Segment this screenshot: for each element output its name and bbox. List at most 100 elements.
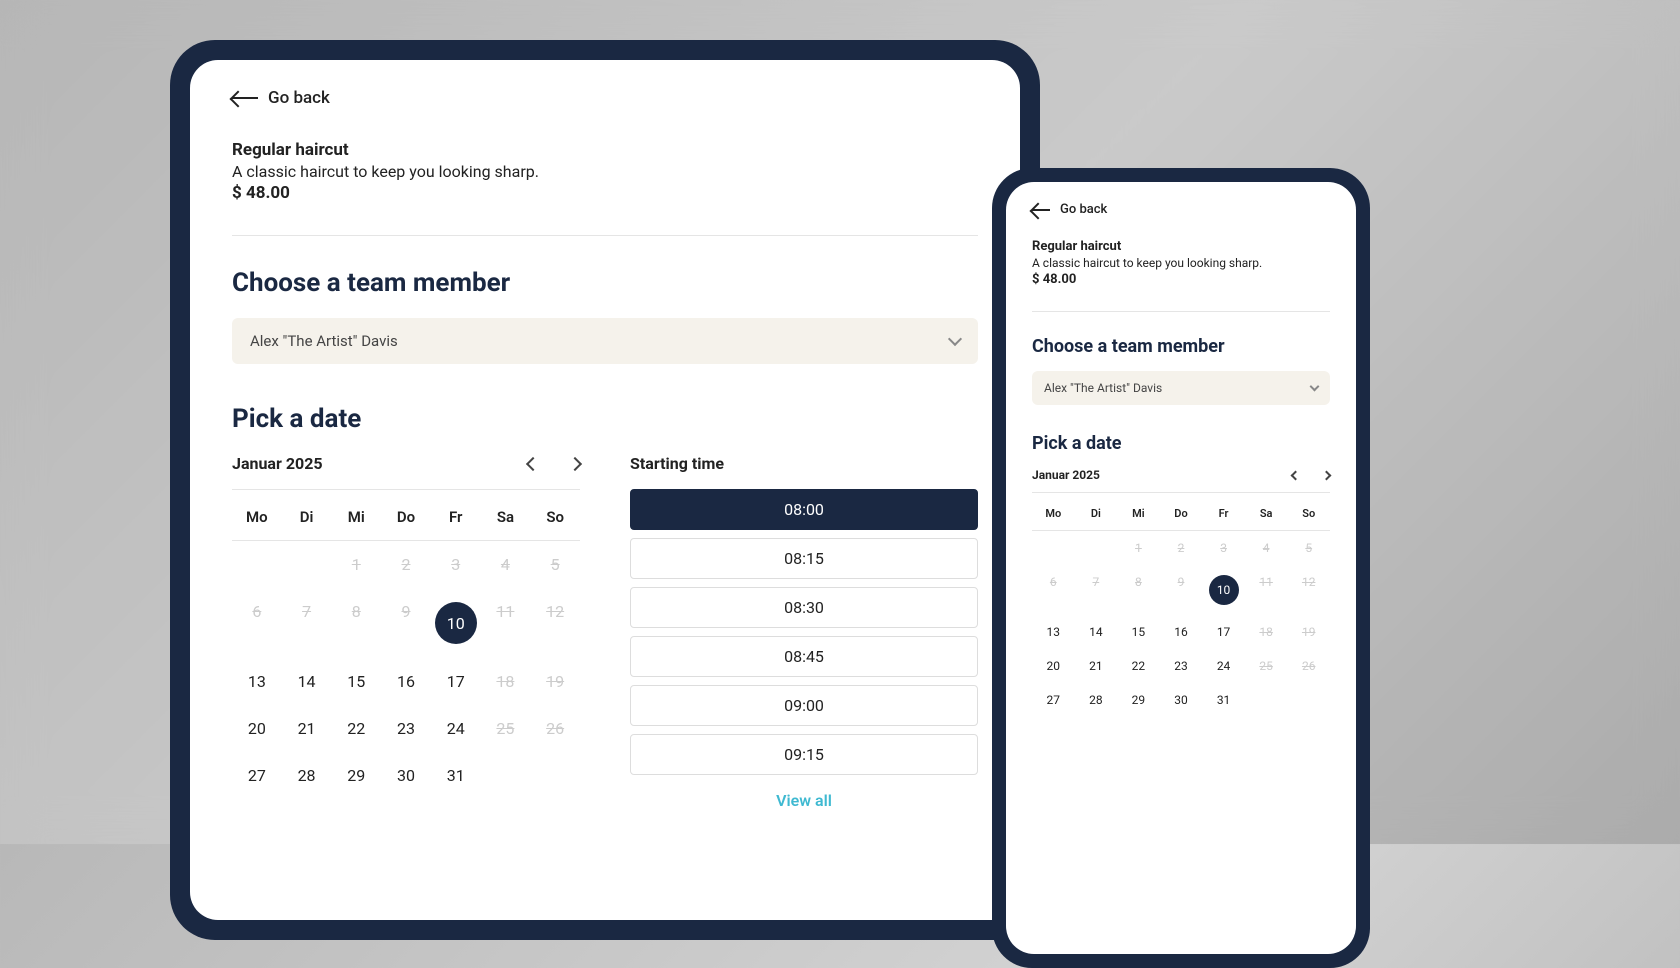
calendar-day[interactable]: 20: [1032, 649, 1075, 683]
calendar-day[interactable]: 31: [1202, 683, 1245, 717]
calendar-day[interactable]: 14: [282, 658, 332, 705]
calendar-day: 19: [530, 658, 580, 705]
calendar-day[interactable]: 16: [381, 658, 431, 705]
calendar-day: 4: [1245, 531, 1288, 565]
calendar-dow: Fr: [431, 494, 481, 541]
go-back-button[interactable]: Go back: [1032, 202, 1330, 217]
calendar-day[interactable]: 21: [1075, 649, 1118, 683]
time-slot[interactable]: 08:15: [630, 538, 978, 579]
calendar-day: 3: [1202, 531, 1245, 565]
calendar-day[interactable]: 30: [381, 752, 431, 799]
service-info: Regular haircut A classic haircut to kee…: [232, 140, 978, 203]
calendar-next-button[interactable]: [1322, 470, 1332, 480]
selected-team-member: Alex "The Artist" Davis: [250, 332, 398, 350]
calendar-day[interactable]: 10: [1202, 565, 1245, 615]
calendar-day[interactable]: 17: [1202, 615, 1245, 649]
calendar-day: 26: [530, 705, 580, 752]
calendar-next-button[interactable]: [568, 456, 582, 470]
calendar-dow: So: [530, 494, 580, 541]
time-slot[interactable]: 09:15: [630, 734, 978, 775]
calendar-day: 18: [481, 658, 531, 705]
calendar-dow: Mi: [1117, 497, 1160, 531]
calendar-day: 2: [381, 541, 431, 588]
calendar-day[interactable]: 17: [431, 658, 481, 705]
team-member-select[interactable]: Alex "The Artist" Davis: [232, 318, 978, 364]
arrow-left-icon: [1032, 209, 1050, 211]
service-price: $ 48.00: [232, 183, 978, 203]
calendar-grid-tablet: MoDiMiDoFrSaSo12345678910111213141516171…: [232, 494, 580, 799]
calendar-prev-button[interactable]: [1291, 470, 1301, 480]
calendar-panel: Januar 2025 MoDiMiDoFrSaSo12345678910111…: [232, 454, 580, 810]
calendar-day: 2: [1160, 531, 1203, 565]
calendar-dow: So: [1287, 497, 1330, 531]
calendar-day: 6: [1032, 565, 1075, 615]
calendar-day[interactable]: 20: [232, 705, 282, 752]
calendar-day[interactable]: 24: [431, 705, 481, 752]
time-slot[interactable]: 08:45: [630, 636, 978, 677]
choose-team-heading: Choose a team member: [1032, 336, 1330, 357]
calendar-day[interactable]: 13: [232, 658, 282, 705]
calendar-day[interactable]: 24: [1202, 649, 1245, 683]
time-slot[interactable]: 09:00: [630, 685, 978, 726]
calendar-day: 1: [1117, 531, 1160, 565]
calendar-day: 6: [232, 588, 282, 658]
calendar-day: 9: [1160, 565, 1203, 615]
calendar-dow: Fr: [1202, 497, 1245, 531]
time-slots-tablet: 08:00 08:15 08:30 08:45 09:00 09:15: [630, 489, 978, 775]
calendar-day[interactable]: 29: [331, 752, 381, 799]
view-all-link[interactable]: View all: [630, 791, 978, 810]
calendar-day[interactable]: 14: [1075, 615, 1118, 649]
calendar-month-label: Januar 2025: [1032, 468, 1100, 482]
service-description: A classic haircut to keep you looking sh…: [232, 162, 978, 181]
pick-date-heading: Pick a date: [1032, 433, 1330, 454]
calendar-day: 18: [1245, 615, 1288, 649]
calendar-day[interactable]: 31: [431, 752, 481, 799]
calendar-day: 5: [1287, 531, 1330, 565]
calendar-day[interactable]: 23: [381, 705, 431, 752]
calendar-day[interactable]: 21: [282, 705, 332, 752]
calendar-dow: Do: [1160, 497, 1203, 531]
calendar-day: 7: [282, 588, 332, 658]
calendar-day[interactable]: 29: [1117, 683, 1160, 717]
calendar-day: 8: [331, 588, 381, 658]
calendar-dow: Sa: [481, 494, 531, 541]
time-slot[interactable]: 08:30: [630, 587, 978, 628]
calendar-day[interactable]: 22: [1117, 649, 1160, 683]
calendar-day: 7: [1075, 565, 1118, 615]
calendar-day: 25: [1245, 649, 1288, 683]
go-back-button[interactable]: Go back: [232, 88, 978, 108]
calendar-day[interactable]: 23: [1160, 649, 1203, 683]
calendar-day[interactable]: 27: [1032, 683, 1075, 717]
service-description: A classic haircut to keep you looking sh…: [1032, 256, 1330, 270]
calendar-day: 26: [1287, 649, 1330, 683]
service-info: Regular haircut A classic haircut to kee…: [1032, 239, 1330, 287]
calendar-day[interactable]: 15: [1117, 615, 1160, 649]
calendar-day: [1075, 531, 1118, 565]
calendar-day[interactable]: 15: [331, 658, 381, 705]
calendar-day: 12: [530, 588, 580, 658]
service-title: Regular haircut: [232, 140, 978, 160]
calendar-prev-button[interactable]: [526, 456, 540, 470]
calendar-day[interactable]: 16: [1160, 615, 1203, 649]
calendar-dow: Di: [1075, 497, 1118, 531]
calendar-dow: Do: [381, 494, 431, 541]
calendar-day: 9: [381, 588, 431, 658]
team-member-select[interactable]: Alex "The Artist" Davis: [1032, 371, 1330, 405]
calendar-day[interactable]: 28: [282, 752, 332, 799]
time-slot[interactable]: 08:00: [630, 489, 978, 530]
calendar-day[interactable]: 28: [1075, 683, 1118, 717]
calendar-day[interactable]: 30: [1160, 683, 1203, 717]
calendar-day: [232, 541, 282, 588]
selected-team-member: Alex "The Artist" Davis: [1044, 381, 1162, 395]
service-title: Regular haircut: [1032, 239, 1330, 254]
calendar-dow: Mi: [331, 494, 381, 541]
calendar-day[interactable]: 27: [232, 752, 282, 799]
go-back-label: Go back: [1060, 202, 1107, 217]
calendar-day: 5: [530, 541, 580, 588]
calendar-day: 12: [1287, 565, 1330, 615]
phone-device: Go back Regular haircut A classic haircu…: [992, 168, 1370, 968]
calendar-day[interactable]: 10: [431, 588, 481, 658]
calendar-day[interactable]: 22: [331, 705, 381, 752]
calendar-day: 19: [1287, 615, 1330, 649]
calendar-day[interactable]: 13: [1032, 615, 1075, 649]
